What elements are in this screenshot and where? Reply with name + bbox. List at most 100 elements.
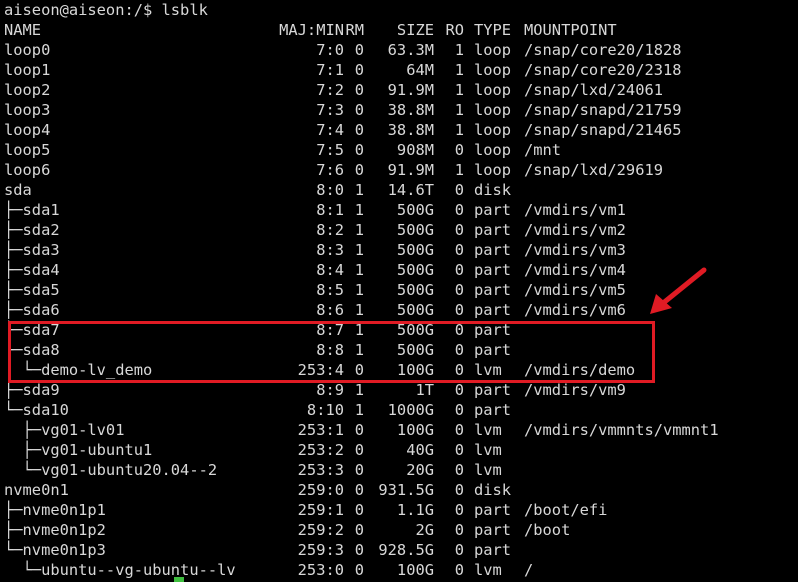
device-mountpoint: /vmdirs/vm3: [524, 241, 626, 259]
device-rm: 1: [354, 301, 364, 319]
device-rm: 0: [354, 101, 364, 119]
device-size: 1.1G: [396, 501, 434, 519]
device-type: loop: [474, 141, 512, 159]
device-majmin: 253:3: [297, 461, 344, 479]
device-name: │ └─demo-lv_demo: [4, 361, 153, 379]
device-ro: 0: [454, 241, 464, 259]
device-type: disk: [474, 481, 512, 499]
device-majmin: 7:1: [316, 61, 344, 79]
terminal-window[interactable]: aiseon@aiseon:/$ lsblk NAME MAJ:MIN RM S…: [0, 0, 798, 582]
device-type: part: [474, 241, 512, 259]
device-type: lvm: [474, 441, 502, 459]
device-ro: 1: [454, 41, 464, 59]
prompt-line: aiseon@aiseon:/$ lsblk: [2, 0, 798, 20]
device-type: loop: [474, 101, 512, 119]
device-ro: 0: [454, 341, 464, 359]
device-ro: 1: [454, 101, 464, 119]
device-rm: 0: [354, 81, 364, 99]
device-rm: 1: [354, 181, 364, 199]
device-size: 500G: [396, 301, 434, 319]
device-row: loop0 7:0 0 63.3M 1 loop/snap/core20/1828: [2, 40, 798, 60]
device-majmin: 8:10: [306, 401, 344, 419]
device-ro: 0: [454, 461, 464, 479]
device-type: part: [474, 221, 512, 239]
device-majmin: 7:4: [316, 121, 344, 139]
device-row: loop1 7:1 0 64M 1 loop/snap/core20/2318: [2, 60, 798, 80]
device-majmin: 8:8: [316, 341, 344, 359]
device-mountpoint: /boot/efi: [524, 501, 608, 519]
device-majmin: 253:2: [297, 441, 344, 459]
device-type: part: [474, 541, 512, 559]
device-ro: 0: [454, 281, 464, 299]
device-majmin: 8:3: [316, 241, 344, 259]
device-ro: 0: [454, 361, 464, 379]
device-name: └─ubuntu--vg-ubuntu--lv: [4, 561, 236, 579]
device-rm: 0: [354, 521, 364, 539]
device-mountpoint: /snap/snapd/21759: [524, 101, 682, 119]
device-name: ├─sda5: [4, 281, 60, 299]
terminal-cursor: [174, 577, 184, 582]
device-majmin: 8:1: [316, 201, 344, 219]
device-type: loop: [474, 121, 512, 139]
device-rm: 0: [354, 41, 364, 59]
device-type: loop: [474, 81, 512, 99]
device-row: ├─vg01-lv01 253:1 0 100G 0 lvm/vmdirs/vmmnts/…: [2, 420, 798, 440]
device-row: ├─sda3 8:3 1 500G 0 part/vmdirs/vm3: [2, 240, 798, 260]
device-ro: 0: [454, 501, 464, 519]
device-ro: 1: [454, 61, 464, 79]
device-type: part: [474, 401, 512, 419]
device-mountpoint: /vmdirs/vm9: [524, 381, 626, 399]
device-size: 100G: [396, 561, 434, 579]
device-name: loop5: [4, 141, 51, 159]
header-type: TYPE: [474, 21, 512, 39]
device-name: ├─sda3: [4, 241, 60, 259]
device-size: 38.8M: [387, 121, 434, 139]
device-name: ├─nvme0n1p2: [4, 521, 106, 539]
device-name: ├─sda7: [4, 321, 60, 339]
device-type: part: [474, 341, 512, 359]
device-name: ├─sda1: [4, 201, 60, 219]
device-size: 20G: [406, 461, 434, 479]
device-ro: 0: [454, 381, 464, 399]
device-name: ├─sda8: [4, 341, 60, 359]
device-rm: 0: [354, 121, 364, 139]
device-mountpoint: /snap/core20/2318: [524, 61, 682, 79]
device-row: loop6 7:6 0 91.9M 1 loop/snap/lxd/29619: [2, 160, 798, 180]
device-majmin: 253:4: [297, 361, 344, 379]
device-rm: 1: [354, 321, 364, 339]
device-row: loop4 7:4 0 38.8M 1 loop/snap/snapd/21465: [2, 120, 798, 140]
device-row: loop2 7:2 0 91.9M 1 loop/snap/lxd/24061: [2, 80, 798, 100]
header-mountpoint: MOUNTPOINT: [524, 21, 617, 39]
device-row: └─vg01-ubuntu20.04--2 253:3 0 20G 0 lvm: [2, 460, 798, 480]
device-mountpoint: /vmdirs/vm1: [524, 201, 626, 219]
device-size: 2G: [415, 521, 434, 539]
device-ro: 1: [454, 81, 464, 99]
device-rm: 0: [354, 141, 364, 159]
device-ro: 0: [454, 221, 464, 239]
device-row: └─ubuntu--vg-ubuntu--lv 253:0 0 100G 0 lvm /: [2, 560, 798, 580]
device-ro: 0: [454, 261, 464, 279]
device-mountpoint: /vmdirs/vm5: [524, 281, 626, 299]
device-ro: 0: [454, 321, 464, 339]
device-row: └─sda10 8:10 1 1000G 0 part: [2, 400, 798, 420]
device-type: part: [474, 381, 512, 399]
device-size: 100G: [396, 361, 434, 379]
device-type: lvm: [474, 361, 502, 379]
device-size: 500G: [396, 221, 434, 239]
device-ro: 0: [454, 181, 464, 199]
device-ro: 0: [454, 201, 464, 219]
device-size: 91.9M: [387, 161, 434, 179]
device-type: lvm: [474, 561, 502, 579]
device-size: 931.5G: [378, 481, 434, 499]
device-majmin: 8:7: [316, 321, 344, 339]
device-majmin: 7:6: [316, 161, 344, 179]
header-row: NAME MAJ:MIN RM SIZE RO TYPE MOUNTPOINT: [2, 20, 798, 40]
device-ro: 0: [454, 561, 464, 579]
device-rm: 1: [354, 381, 364, 399]
device-size: 14.6T: [387, 181, 434, 199]
device-row: ├─sda8 8:8 1 500G 0 part: [2, 340, 798, 360]
device-mountpoint: /vmdirs/vm4: [524, 261, 626, 279]
device-type: loop: [474, 161, 512, 179]
device-majmin: 8:5: [316, 281, 344, 299]
device-rm: 0: [354, 441, 364, 459]
